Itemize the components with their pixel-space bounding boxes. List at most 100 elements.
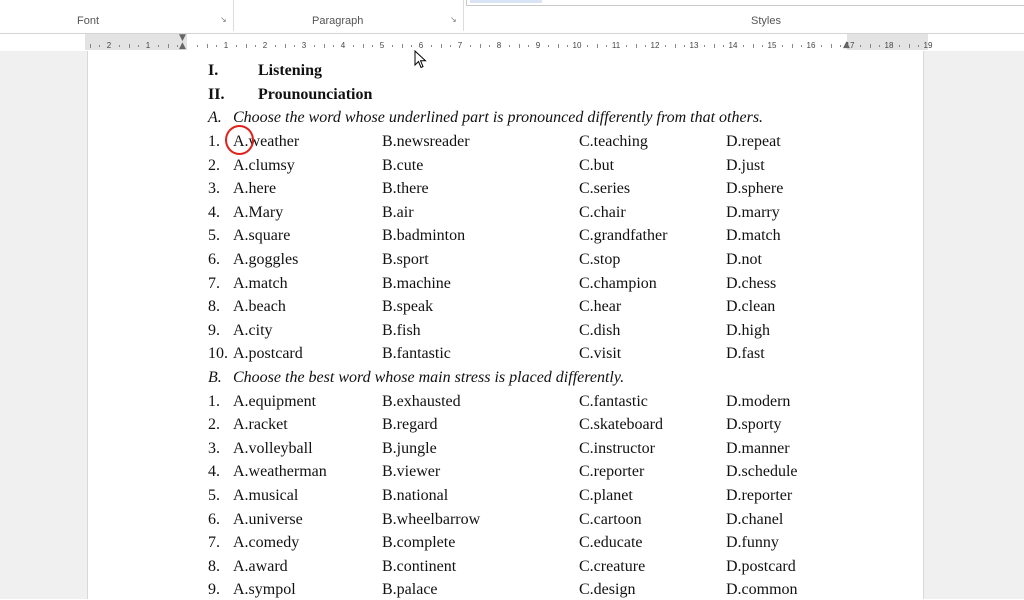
- option-c: C.grandfather: [579, 227, 668, 245]
- option-c: C.champion: [579, 274, 657, 292]
- ruler-tick: [391, 45, 393, 47]
- option-a: A.universe: [233, 510, 303, 528]
- item-number: 5.: [208, 487, 220, 504]
- styles-gallery-selected[interactable]: [470, 0, 542, 3]
- item-number: 4.: [208, 203, 220, 221]
- option-d: D.common: [726, 581, 798, 599]
- ruler-tick: [157, 45, 159, 47]
- option-a: A.beach: [233, 298, 286, 316]
- ruler-tick: [255, 45, 257, 47]
- ruler-number: 2: [106, 41, 112, 50]
- ruler-tick: [781, 45, 783, 47]
- option-d: D.sphere: [726, 180, 784, 198]
- ruler-tick: [723, 45, 725, 47]
- ruler-tick: [362, 44, 364, 48]
- option-a: A.city: [233, 321, 273, 339]
- ruler-number: 4: [340, 41, 346, 50]
- ruler-tick: [791, 44, 793, 48]
- option-b: B.viewer: [382, 463, 441, 481]
- option-d: D.repeat: [726, 133, 781, 150]
- ruler-tick: [508, 45, 510, 47]
- ruler-tick: [567, 45, 569, 47]
- option-d: D.marry: [726, 203, 780, 221]
- option-c: C.cartoon: [579, 510, 642, 528]
- option-b: B.machine: [382, 274, 451, 292]
- font-group-label: Font: [77, 15, 100, 27]
- ruler-number: 1: [223, 41, 229, 50]
- ruler-tick: [918, 45, 920, 47]
- ruler-tick: [372, 45, 374, 47]
- item-number: 3.: [208, 439, 220, 457]
- item-number: 9.: [208, 581, 220, 599]
- ruler-number: 3: [301, 41, 307, 50]
- horizontal-ruler[interactable]: 2 1 1 2 3 4 5 6 7 8 9 10 11 12 13 14 15 16 17 18 19 ▼ ▲ ▲: [85, 34, 932, 51]
- ruler-tick: [333, 45, 335, 47]
- ruler-number: 6: [418, 41, 424, 50]
- option-b: B.cute: [382, 156, 424, 174]
- option-a: A.award: [233, 557, 288, 575]
- ruler-tick: [430, 45, 432, 47]
- ruler-tick: [411, 45, 413, 47]
- ruler-number: 5: [379, 41, 385, 50]
- ruler-tick: [294, 45, 296, 47]
- ruler-number: 19: [923, 41, 933, 50]
- ruler-number: 16: [806, 41, 816, 50]
- option-d: D.reporter: [726, 487, 793, 504]
- ruler-tick: [547, 45, 549, 47]
- item-number: 7.: [208, 274, 220, 292]
- option-b: B.continent: [382, 557, 457, 575]
- ruler-tick: [840, 45, 842, 47]
- option-d: D.match: [726, 227, 781, 245]
- item-number: 1.: [208, 392, 220, 410]
- ruler-tick: [245, 44, 247, 48]
- ruler-tick: [645, 45, 647, 47]
- option-d: D.manner: [726, 439, 790, 457]
- option-a: A.goggles: [233, 251, 299, 268]
- option-a: A.square: [233, 227, 291, 245]
- option-c: C.fantastic: [579, 392, 648, 410]
- ruler-tick: [713, 44, 715, 48]
- item-number: 1.: [208, 133, 220, 150]
- paragraph-dialog-launcher-icon[interactable]: ↘: [450, 16, 458, 24]
- ruler-tick: [489, 45, 491, 47]
- ruler-tick: [586, 45, 588, 47]
- ruler-tick: [762, 45, 764, 47]
- option-a: A.Mary: [233, 203, 284, 221]
- ruler-tick: [118, 45, 120, 47]
- ruler-tick: [401, 44, 403, 48]
- ruler-number: 7: [457, 41, 463, 50]
- option-d: D.funny: [726, 534, 779, 552]
- right-indent-icon[interactable]: ▲: [843, 41, 850, 50]
- option-d: D.chess: [726, 274, 777, 292]
- option-d: D.chanel: [726, 510, 784, 528]
- option-c: C.but: [579, 156, 615, 174]
- font-dialog-launcher-icon[interactable]: ↘: [220, 16, 228, 24]
- ruler-number: 15: [767, 41, 777, 50]
- styles-gallery[interactable]: [466, 0, 1024, 6]
- ruler-tick: [752, 44, 754, 48]
- option-b: B.fantastic: [382, 345, 451, 363]
- item-number: 9.: [208, 321, 220, 339]
- option-d: D.fast: [726, 345, 765, 363]
- item-number: 2.: [208, 416, 220, 434]
- heading-numeral: I.: [208, 62, 219, 79]
- option-c: C.visit: [579, 345, 622, 363]
- item-number: 10.: [208, 345, 228, 363]
- ruler-tick: [830, 44, 832, 48]
- ruler-tick: [274, 45, 276, 47]
- option-d: D.schedule: [726, 463, 798, 481]
- option-b: B.wheelbarrow: [382, 510, 481, 528]
- hanging-indent-icon[interactable]: ▲: [179, 42, 186, 51]
- option-d: D.sporty: [726, 416, 782, 434]
- ribbon-separator: [463, 0, 464, 31]
- item-number: 4.: [208, 463, 220, 481]
- option-b: B.palace: [382, 581, 438, 599]
- option-a: A.musical: [233, 487, 299, 504]
- instruction-text: Choose the word whose underlined part is…: [233, 109, 764, 126]
- option-b: B.there: [382, 180, 429, 198]
- ruler-tick: [801, 45, 803, 47]
- ruler-tick: [820, 45, 822, 47]
- ruler-tick: [284, 44, 286, 48]
- ruler-tick: [99, 45, 101, 47]
- option-a: A.match: [233, 274, 288, 292]
